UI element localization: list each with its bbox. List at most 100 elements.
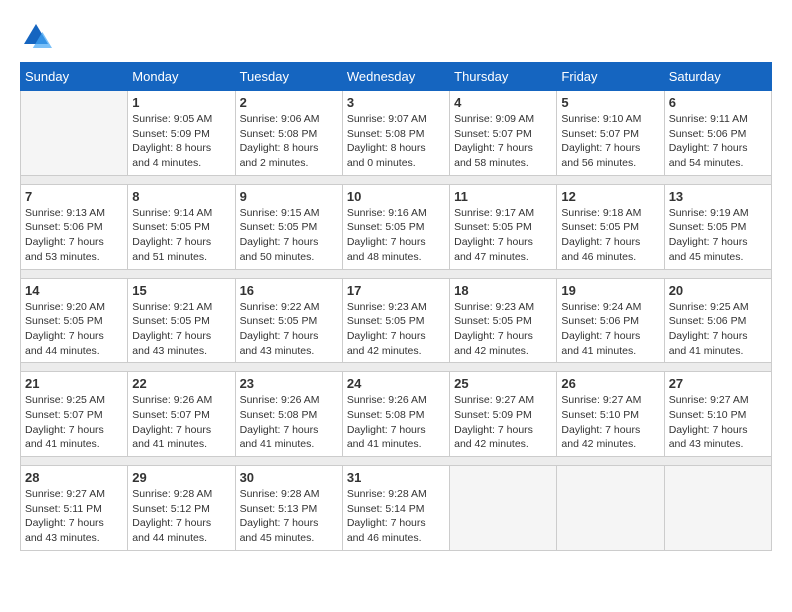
calendar-week-3: 14 Sunrise: 9:20 AM Sunset: 5:05 PM Dayli…: [21, 278, 772, 363]
day-number: 30: [240, 470, 338, 485]
calendar-cell: 19 Sunrise: 9:24 AM Sunset: 5:06 PM Dayli…: [557, 278, 664, 363]
calendar-cell: 21 Sunrise: 9:25 AM Sunset: 5:07 PM Dayli…: [21, 372, 128, 457]
day-info: Sunrise: 9:15 AM Sunset: 5:05 PM Dayligh…: [240, 206, 338, 265]
day-info: Sunrise: 9:22 AM Sunset: 5:05 PM Dayligh…: [240, 300, 338, 359]
calendar-cell: 22 Sunrise: 9:26 AM Sunset: 5:07 PM Dayli…: [128, 372, 235, 457]
day-number: 14: [25, 283, 123, 298]
calendar-cell: 5 Sunrise: 9:10 AM Sunset: 5:07 PM Daylig…: [557, 91, 664, 176]
day-info: Sunrise: 9:25 AM Sunset: 5:06 PM Dayligh…: [669, 300, 767, 359]
day-info: Sunrise: 9:20 AM Sunset: 5:05 PM Dayligh…: [25, 300, 123, 359]
calendar-cell: 30 Sunrise: 9:28 AM Sunset: 5:13 PM Dayli…: [235, 466, 342, 551]
day-info: Sunrise: 9:27 AM Sunset: 5:10 PM Dayligh…: [669, 393, 767, 452]
calendar-week-2: 7 Sunrise: 9:13 AM Sunset: 5:06 PM Daylig…: [21, 184, 772, 269]
calendar-cell: 23 Sunrise: 9:26 AM Sunset: 5:08 PM Dayli…: [235, 372, 342, 457]
calendar-cell: 15 Sunrise: 9:21 AM Sunset: 5:05 PM Dayli…: [128, 278, 235, 363]
calendar-cell: 25Sunrise: 9:27 AM Sunset: 5:09 PM Dayli…: [450, 372, 557, 457]
calendar-cell: 3 Sunrise: 9:07 AM Sunset: 5:08 PM Daylig…: [342, 91, 449, 176]
calendar-cell: [21, 91, 128, 176]
calendar-cell: 18 Sunrise: 9:23 AM Sunset: 5:05 PM Dayli…: [450, 278, 557, 363]
week-separator: [21, 457, 772, 466]
calendar-cell: [557, 466, 664, 551]
calendar-header-row: SundayMondayTuesdayWednesdayThursdayFrid…: [21, 63, 772, 91]
day-info: Sunrise: 9:07 AM Sunset: 5:08 PM Dayligh…: [347, 112, 445, 171]
calendar-cell: 28 Sunrise: 9:27 AM Sunset: 5:11 PM Dayli…: [21, 466, 128, 551]
logo-icon: [20, 20, 52, 52]
calendar-cell: 31 Sunrise: 9:28 AM Sunset: 5:14 PM Dayli…: [342, 466, 449, 551]
header-thursday: Thursday: [450, 63, 557, 91]
day-number: 23: [240, 376, 338, 391]
day-number: 22: [132, 376, 230, 391]
day-number: 1: [132, 95, 230, 110]
logo: [20, 20, 56, 52]
day-info: Sunrise: 9:26 AM Sunset: 5:07 PM Dayligh…: [132, 393, 230, 452]
day-info: Sunrise: 9:23 AM Sunset: 5:05 PM Dayligh…: [347, 300, 445, 359]
calendar-cell: 10Sunrise: 9:16 AM Sunset: 5:05 PM Dayli…: [342, 184, 449, 269]
day-info: Sunrise: 9:05 AM Sunset: 5:09 PM Dayligh…: [132, 112, 230, 171]
day-number: 20: [669, 283, 767, 298]
calendar-cell: [450, 466, 557, 551]
calendar-cell: 4 Sunrise: 9:09 AM Sunset: 5:07 PM Daylig…: [450, 91, 557, 176]
day-info: Sunrise: 9:27 AM Sunset: 5:09 PM Dayligh…: [454, 393, 552, 452]
calendar-cell: 14 Sunrise: 9:20 AM Sunset: 5:05 PM Dayli…: [21, 278, 128, 363]
day-info: Sunrise: 9:28 AM Sunset: 5:12 PM Dayligh…: [132, 487, 230, 546]
calendar-cell: 6 Sunrise: 9:11 AM Sunset: 5:06 PM Daylig…: [664, 91, 771, 176]
day-number: 17: [347, 283, 445, 298]
day-number: 3: [347, 95, 445, 110]
calendar-cell: 8 Sunrise: 9:14 AM Sunset: 5:05 PM Daylig…: [128, 184, 235, 269]
day-info: Sunrise: 9:27 AM Sunset: 5:11 PM Dayligh…: [25, 487, 123, 546]
day-number: 13: [669, 189, 767, 204]
day-number: 8: [132, 189, 230, 204]
week-separator: [21, 363, 772, 372]
day-number: 29: [132, 470, 230, 485]
header-friday: Friday: [557, 63, 664, 91]
calendar-week-4: 21 Sunrise: 9:25 AM Sunset: 5:07 PM Dayli…: [21, 372, 772, 457]
day-info: Sunrise: 9:13 AM Sunset: 5:06 PM Dayligh…: [25, 206, 123, 265]
day-info: Sunrise: 9:10 AM Sunset: 5:07 PM Dayligh…: [561, 112, 659, 171]
day-number: 12: [561, 189, 659, 204]
calendar-cell: 24 Sunrise: 9:26 AM Sunset: 5:08 PM Dayli…: [342, 372, 449, 457]
day-info: Sunrise: 9:26 AM Sunset: 5:08 PM Dayligh…: [240, 393, 338, 452]
calendar-cell: 2 Sunrise: 9:06 AM Sunset: 5:08 PM Daylig…: [235, 91, 342, 176]
day-info: Sunrise: 9:23 AM Sunset: 5:05 PM Dayligh…: [454, 300, 552, 359]
day-number: 21: [25, 376, 123, 391]
day-number: 19: [561, 283, 659, 298]
day-info: Sunrise: 9:14 AM Sunset: 5:05 PM Dayligh…: [132, 206, 230, 265]
day-number: 28: [25, 470, 123, 485]
calendar-week-5: 28 Sunrise: 9:27 AM Sunset: 5:11 PM Dayli…: [21, 466, 772, 551]
calendar-cell: 9 Sunrise: 9:15 AM Sunset: 5:05 PM Daylig…: [235, 184, 342, 269]
day-info: Sunrise: 9:26 AM Sunset: 5:08 PM Dayligh…: [347, 393, 445, 452]
day-info: Sunrise: 9:28 AM Sunset: 5:13 PM Dayligh…: [240, 487, 338, 546]
day-info: Sunrise: 9:19 AM Sunset: 5:05 PM Dayligh…: [669, 206, 767, 265]
day-number: 11: [454, 189, 552, 204]
day-info: Sunrise: 9:24 AM Sunset: 5:06 PM Dayligh…: [561, 300, 659, 359]
day-number: 5: [561, 95, 659, 110]
week-separator: [21, 269, 772, 278]
day-info: Sunrise: 9:06 AM Sunset: 5:08 PM Dayligh…: [240, 112, 338, 171]
calendar-cell: 13 Sunrise: 9:19 AM Sunset: 5:05 PM Dayli…: [664, 184, 771, 269]
day-info: Sunrise: 9:27 AM Sunset: 5:10 PM Dayligh…: [561, 393, 659, 452]
day-info: Sunrise: 9:25 AM Sunset: 5:07 PM Dayligh…: [25, 393, 123, 452]
day-number: 26: [561, 376, 659, 391]
calendar-cell: [664, 466, 771, 551]
day-number: 16: [240, 283, 338, 298]
calendar-cell: 17 Sunrise: 9:23 AM Sunset: 5:05 PM Dayli…: [342, 278, 449, 363]
day-number: 31: [347, 470, 445, 485]
day-info: Sunrise: 9:09 AM Sunset: 5:07 PM Dayligh…: [454, 112, 552, 171]
day-number: 9: [240, 189, 338, 204]
day-number: 4: [454, 95, 552, 110]
day-number: 2: [240, 95, 338, 110]
day-number: 7: [25, 189, 123, 204]
day-number: 6: [669, 95, 767, 110]
calendar-cell: 12 Sunrise: 9:18 AM Sunset: 5:05 PM Dayli…: [557, 184, 664, 269]
calendar-cell: 7 Sunrise: 9:13 AM Sunset: 5:06 PM Daylig…: [21, 184, 128, 269]
day-info: Sunrise: 9:28 AM Sunset: 5:14 PM Dayligh…: [347, 487, 445, 546]
day-info: Sunrise: 9:18 AM Sunset: 5:05 PM Dayligh…: [561, 206, 659, 265]
day-info: Sunrise: 9:21 AM Sunset: 5:05 PM Dayligh…: [132, 300, 230, 359]
day-info: Sunrise: 9:16 AM Sunset: 5:05 PM Dayligh…: [347, 206, 445, 265]
day-info: Sunrise: 9:11 AM Sunset: 5:06 PM Dayligh…: [669, 112, 767, 171]
calendar-cell: 16 Sunrise: 9:22 AM Sunset: 5:05 PM Dayli…: [235, 278, 342, 363]
day-number: 18: [454, 283, 552, 298]
header-monday: Monday: [128, 63, 235, 91]
day-number: 24: [347, 376, 445, 391]
day-number: 15: [132, 283, 230, 298]
